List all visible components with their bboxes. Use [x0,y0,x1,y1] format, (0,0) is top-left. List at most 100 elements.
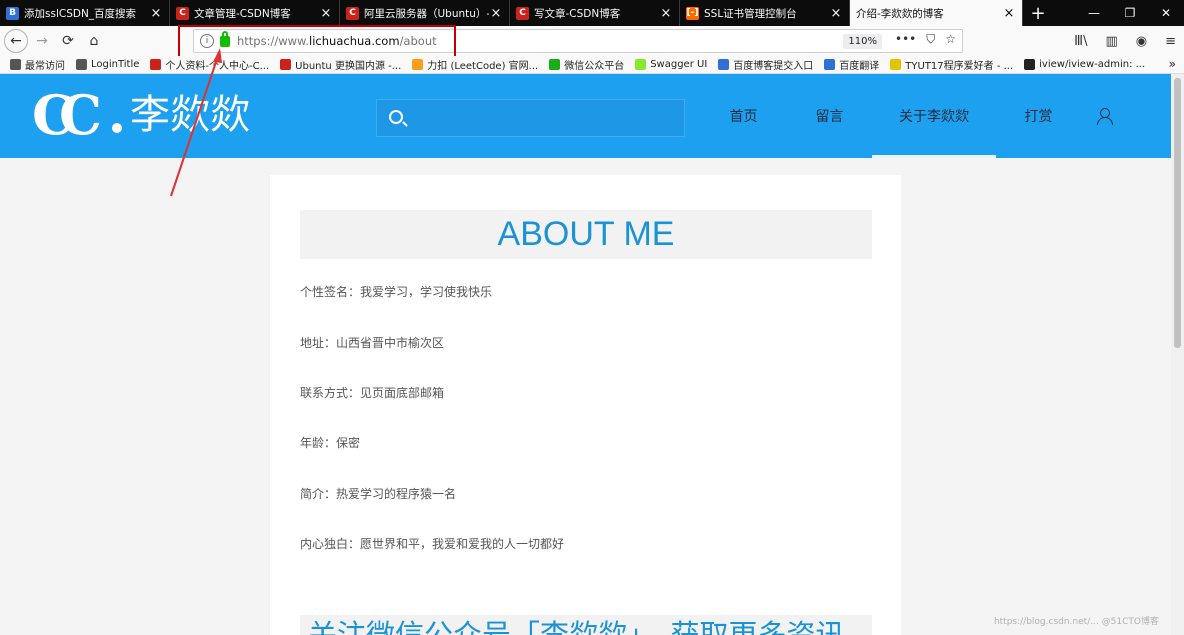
account-icon[interactable]: ◉ [1136,34,1147,49]
bookmark-label: 力扣 (LeetCode) 官网... [427,61,539,72]
bookmark-item[interactable]: 百度博客提交入口 [718,57,813,72]
pocket-icon[interactable]: ⛉ [926,32,935,47]
bookmark-item[interactable]: 力扣 (LeetCode) 官网... [412,57,538,72]
tab-close-icon[interactable]: × [1002,6,1016,21]
browser-tab[interactable]: 介绍-李欻欻的博客 × [850,0,1023,26]
site-search-input[interactable] [413,100,673,136]
site-nav-item[interactable]: 留言 [787,74,872,158]
tab-close-icon[interactable]: × [149,6,163,21]
tab-close-icon[interactable]: × [319,6,333,21]
site-header: CC 李欻欻 首页 留言 关于李欻欻 打赏 [0,74,1171,158]
zoom-indicator[interactable]: 110% [843,34,882,49]
tab-close-icon[interactable]: × [829,6,843,21]
bookmark-favicon-icon [890,59,902,70]
bookmark-item[interactable]: Ubuntu 更换国内源 -... [280,57,401,72]
site-nav-item[interactable]: 关于李欻欻 [872,74,996,158]
browser-tab[interactable]: C 文章管理-CSDN博客 × [170,0,340,26]
about-field-address: 地址：山西省晋中市榆次区 [300,336,445,350]
about-field-contact: 联系方式：见页面底部邮箱 [300,386,445,400]
site-nav-item[interactable]: 首页 [700,74,787,158]
page-scrollbar[interactable] [1171,74,1184,635]
csdn-favicon-icon: C [346,6,359,20]
bookmark-label: 微信公众平台 [564,61,625,72]
bookmark-favicon-icon [150,59,162,70]
browser-tab[interactable]: C 写文章-CSDN博客 × [510,0,680,26]
site-nav: 首页 留言 关于李欻欻 打赏 [700,74,1081,158]
bookmark-favicon-icon [280,59,292,70]
logo-mark: CC [32,83,102,147]
bookmark-favicon-icon [10,59,21,70]
annotation-highlight-box [178,25,456,59]
bookmark-label: LoginTitle [91,59,140,70]
page-actions: ••• ⛉ ☆ [895,32,956,47]
bookmark-item[interactable]: 最常访问 [10,57,65,72]
home-button[interactable]: ⌂ [82,29,106,53]
logo-name: 李欻欻 [129,92,250,138]
ali-favicon-icon: [-] [686,6,699,20]
csdn-favicon-icon: C [516,6,529,20]
tab-close-icon[interactable]: × [659,6,673,21]
window-controls: — ❐ ✕ [1076,0,1184,26]
tab-title: 添加sslCSDN_百度搜索 [24,7,137,20]
browser-tab[interactable]: [-] SSL证书管理控制台 × [680,0,850,26]
bookmark-item[interactable]: TYUT17程序爱好者 - ... [890,57,1013,72]
browser-tab[interactable]: B 添加sslCSDN_百度搜索 × [0,0,170,26]
bookmark-favicon-icon [1024,59,1036,70]
sidebar-icon[interactable]: ▥ [1105,34,1117,49]
bookmark-item[interactable]: LoginTitle [76,59,139,70]
search-icon[interactable] [389,110,403,124]
library-icon[interactable]: Ⅲ\ [1074,34,1087,49]
about-field-intro: 简介：热爱学习的程序猿一名 [300,487,457,501]
restore-button[interactable]: ❐ [1112,0,1148,26]
about-card: ABOUT ME 个性签名：我爱学习，学习使我快乐 地址：山西省晋中市榆次区 联… [270,175,901,635]
wechat-follow-heading: 关注微信公众号「李欻欻」，获取更多资讯 [300,615,872,635]
bookmark-label: 个人资料-个人中心-C... [165,61,270,72]
back-button[interactable]: ← [4,29,28,53]
site-logo[interactable]: CC 李欻欻 [32,88,250,142]
tab-title: 阿里云服务器（Ubuntu）- ... [364,7,489,20]
bookmark-favicon-icon [412,59,424,70]
page-viewport: CC 李欻欻 首页 留言 关于李欻欻 打赏 ABOUT ME 个性签名：我爱学习，学习… [0,74,1171,635]
tab-title: SSL证书管理控制台 [704,7,797,20]
toolbar-right: Ⅲ\ ▥ ◉ ≡ [1074,26,1176,56]
baidu-favicon-icon: B [6,6,19,20]
user-icon[interactable] [1097,108,1113,125]
bookmarks-toolbar: 最常访问 LoginTitle 个人资料-个人中心-C... Ubuntu 更换国内源… [0,56,1184,74]
tab-strip: B 添加sslCSDN_百度搜索 × C 文章管理-CSDN博客 × C 阿里云服务器（Ubu… [0,0,1184,26]
browser-tab[interactable]: C 阿里云服务器（Ubuntu）- ...× [340,0,510,26]
bookmark-label: 百度博客提交入口 [733,61,814,72]
logo-dot [111,123,122,133]
watermark: https://blog.csdn.net/... @51CTO博客 [993,617,1159,627]
bookmark-item[interactable]: Swagger UI [635,59,707,70]
bookmark-label: TYUT17程序爱好者 - ... [905,61,1014,72]
bookmark-label: 最常访问 [25,61,65,72]
bookmark-label: iview/iview-admin: ... [1039,59,1146,70]
bookmark-item[interactable]: iview/iview-admin: ... [1024,59,1145,70]
bookmark-star-icon[interactable]: ☆ [945,32,956,47]
reload-button[interactable]: ⟳ [56,29,80,53]
minimize-button[interactable]: — [1076,0,1112,26]
new-tab-button[interactable]: + [1023,0,1053,26]
tab-title: 写文章-CSDN博客 [534,7,621,20]
csdn-favicon-icon: C [176,6,189,20]
bookmark-favicon-icon [824,59,836,70]
site-nav-item[interactable]: 打赏 [996,74,1081,158]
bookmark-item[interactable]: 百度翻译 [824,57,879,72]
about-field-signature: 个性签名：我爱学习，学习使我快乐 [300,285,493,299]
bookmark-favicon-icon [635,59,647,70]
bookmark-item[interactable]: 个人资料-个人中心-C... [150,57,269,72]
forward-button[interactable]: → [30,29,54,53]
about-heading: ABOUT ME [300,210,872,259]
scrollbar-thumb[interactable] [1174,78,1181,348]
bookmark-favicon-icon [549,59,561,70]
bookmark-favicon-icon [718,59,730,70]
bookmarks-overflow-icon[interactable]: » [1169,57,1176,71]
tab-title: 文章管理-CSDN博客 [194,7,291,20]
menu-icon[interactable]: ≡ [1165,34,1176,49]
close-window-button[interactable]: ✕ [1148,0,1184,26]
bookmark-item[interactable]: 微信公众平台 [549,57,624,72]
more-actions-icon[interactable]: ••• [895,32,916,47]
tab-title: 介绍-李欻欻的博客 [856,7,944,20]
about-field-age: 年龄：保密 [300,436,361,450]
tab-close-icon[interactable]: × [489,6,503,21]
